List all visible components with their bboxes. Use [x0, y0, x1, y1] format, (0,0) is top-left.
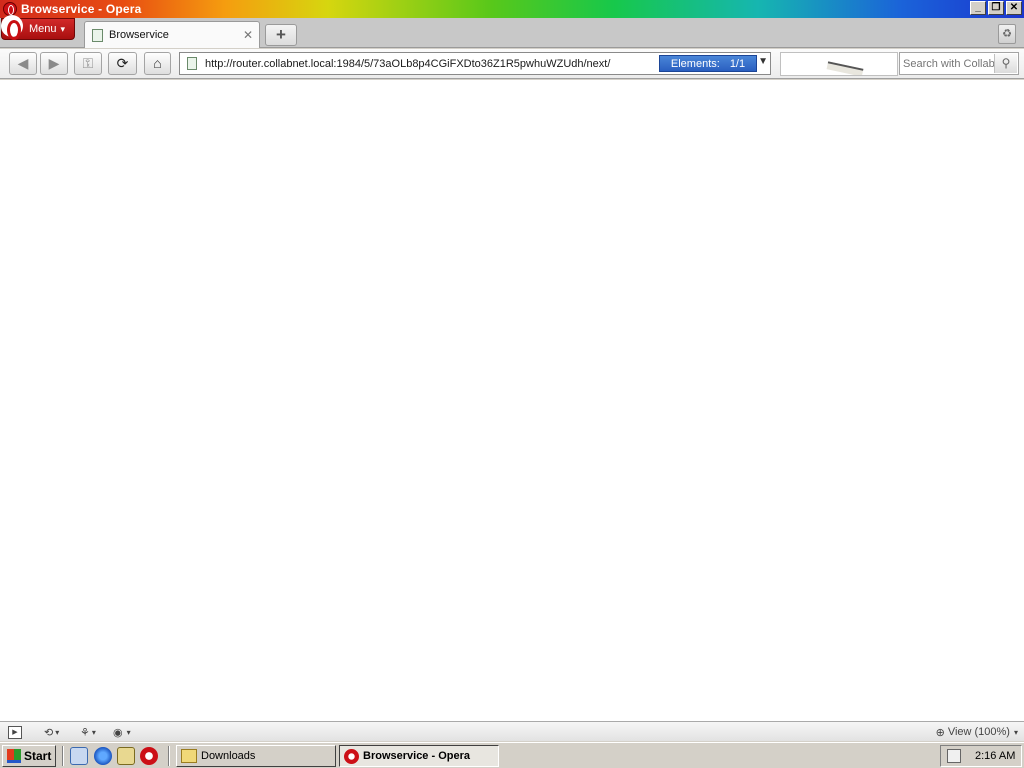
address-dropdown-icon[interactable]: ▼: [758, 56, 768, 67]
tab-strip: Menu ▾ Browservice ✕ + ♻: [0, 15, 1024, 48]
page-icon: [92, 28, 103, 42]
close-button[interactable]: ✕: [1006, 1, 1022, 15]
home-icon: ⌂: [153, 55, 162, 71]
home-button[interactable]: ⌂: [144, 52, 171, 75]
share-icon: ⚘: [80, 726, 90, 739]
forward-button[interactable]: ▶: [40, 52, 68, 75]
search-input[interactable]: [903, 57, 995, 70]
forward-arrow-icon: ▶: [48, 55, 60, 71]
search-field[interactable]: ⚲: [899, 52, 1019, 75]
address-toolbar: ◀ ▶ ⚿ ⟳ ⌂ http://router.collabnet.local:…: [0, 49, 1024, 79]
internet-explorer-icon[interactable]: [94, 747, 112, 765]
elements-label: Elements:: [670, 57, 720, 70]
task-downloads[interactable]: Downloads: [176, 745, 336, 767]
zoom-label: View (100%): [947, 726, 1010, 738]
back-arrow-icon: ◀: [17, 55, 29, 71]
window-title-bar: Browservice - Opera _ ❐ ✕: [0, 0, 1024, 18]
closed-tabs-trash-button[interactable]: ♻: [998, 24, 1016, 44]
chevron-down-icon: ▾: [55, 727, 60, 737]
taskbar-divider: [62, 746, 64, 766]
task-label: Browservice - Opera: [363, 750, 470, 762]
key-icon: ⚿: [82, 55, 94, 71]
start-label: Start: [24, 749, 52, 763]
opera-menu-button[interactable]: Menu ▾: [1, 15, 75, 40]
scheduler-icon[interactable]: [947, 749, 961, 763]
folder-icon: [181, 749, 197, 763]
system-tray: 2:16 AM: [940, 745, 1022, 767]
restore-button[interactable]: ❐: [988, 1, 1004, 15]
thumbnail-shape: [826, 61, 864, 75]
opera-icon: [344, 748, 359, 764]
page-content[interactable]: [0, 80, 1024, 721]
chevron-down-icon: ▾: [91, 727, 96, 737]
opera-icon: [3, 2, 17, 16]
os-taskbar: Start Downloads Browservice - Opera 2:16…: [0, 742, 1024, 768]
show-desktop-icon[interactable]: [70, 747, 88, 765]
turbo-button[interactable]: ◉ ▾: [113, 724, 131, 740]
network-icon[interactable]: [117, 747, 135, 765]
elements-count: 1/1: [729, 57, 746, 70]
reload-button[interactable]: ⟳: [108, 52, 137, 75]
window-controls: _ ❐ ✕: [970, 1, 1022, 15]
key-button[interactable]: ⚿: [74, 52, 102, 75]
window-title: Browservice - Opera: [21, 2, 142, 16]
opera-logo-icon: [1, 15, 23, 40]
zoom-control[interactable]: ⊕ View (100%) ▾: [936, 724, 1018, 740]
windows-flag-icon: [7, 749, 21, 763]
zoom-icon: ⊕: [935, 726, 945, 739]
minimize-button[interactable]: _: [970, 1, 986, 15]
tab-label: Browservice: [109, 29, 169, 41]
address-field[interactable]: http://router.collabnet.local:1984/5/73a…: [179, 52, 771, 75]
panel-icon: ▶: [8, 725, 22, 739]
sync-icon: ⟲: [44, 726, 54, 739]
chevron-down-icon: ▾: [1013, 727, 1018, 737]
chevron-down-icon: ▾: [60, 23, 66, 34]
menu-label: Menu: [29, 23, 57, 35]
clock[interactable]: 2:16 AM: [975, 750, 1015, 762]
url-text[interactable]: http://router.collabnet.local:1984/5/73a…: [205, 58, 655, 70]
taskbar-divider: [168, 746, 170, 766]
opera-quicklaunch-icon[interactable]: [140, 747, 158, 765]
tab-close-icon[interactable]: ✕: [243, 28, 253, 42]
chevron-down-icon: ▾: [126, 727, 131, 737]
page-icon: [187, 57, 197, 70]
reload-icon: ⟳: [116, 55, 129, 71]
elements-badge[interactable]: Elements: 1/1: [659, 55, 757, 72]
panel-toggle-button[interactable]: ▶: [8, 724, 22, 740]
start-button[interactable]: Start: [2, 745, 56, 767]
task-browservice-opera[interactable]: Browservice - Opera: [339, 745, 499, 767]
unite-button[interactable]: ⚘ ▾: [80, 724, 96, 740]
turbo-icon: ◉: [113, 726, 123, 739]
page-preview-thumbnail: [780, 52, 898, 76]
status-bar: ▶ ⟲ ▾ ⚘ ▾ ◉ ▾ ⊕ View (100%) ▾: [0, 721, 1024, 741]
search-icon[interactable]: ⚲: [994, 54, 1017, 73]
sync-button[interactable]: ⟲ ▾: [44, 724, 59, 740]
tab-browservice[interactable]: Browservice ✕: [84, 21, 260, 48]
new-tab-button[interactable]: +: [265, 24, 297, 46]
back-button[interactable]: ◀: [9, 52, 37, 75]
task-label: Downloads: [201, 750, 256, 762]
